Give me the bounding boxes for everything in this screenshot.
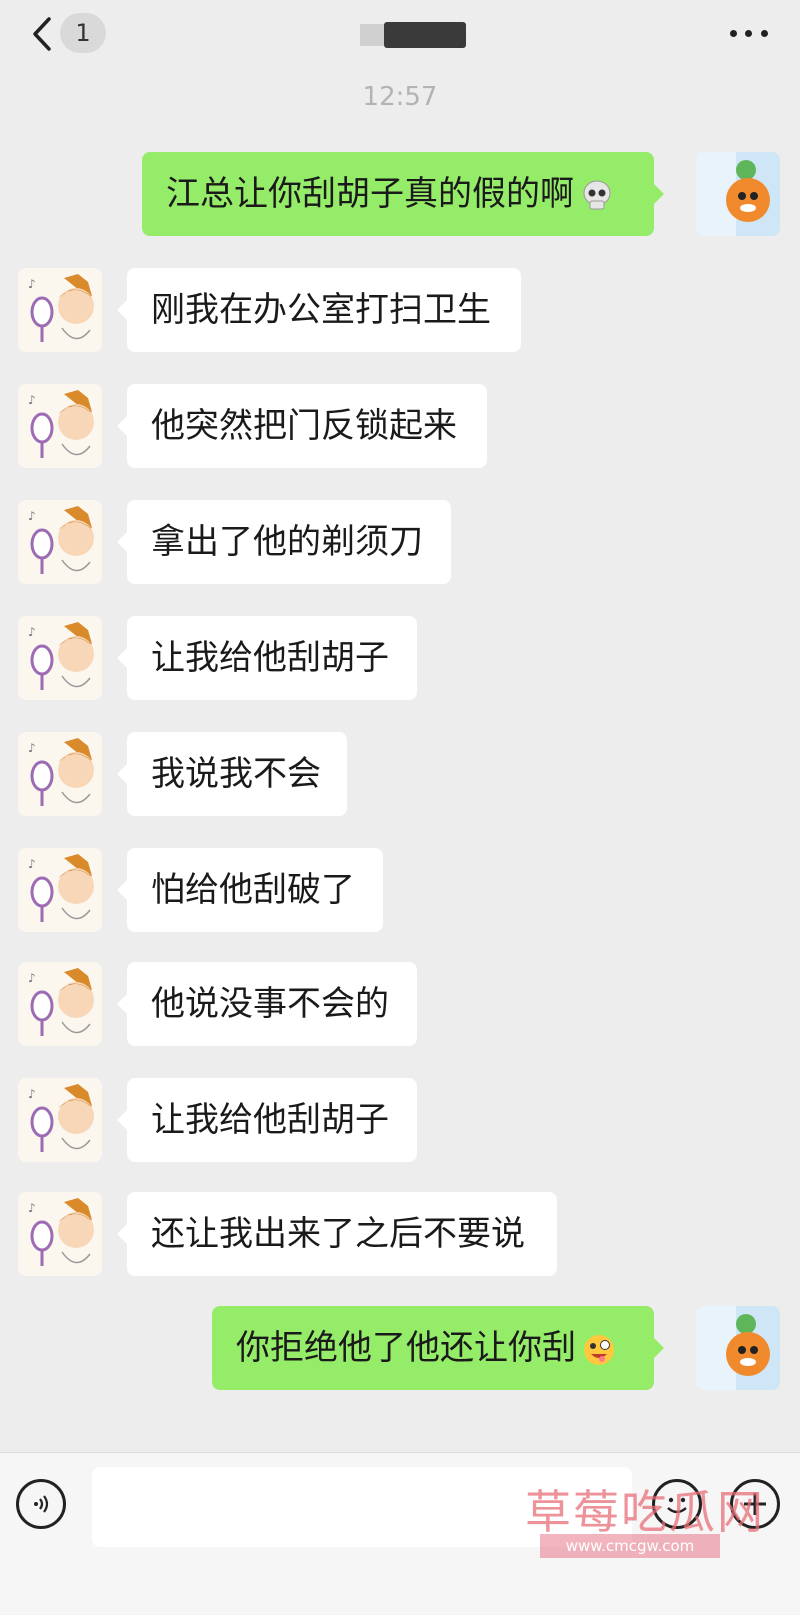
more-options-icon[interactable]: [726, 20, 772, 46]
cartoon-avatar-icon: [696, 1306, 780, 1390]
message-text: 他说没事不会的: [151, 984, 389, 1024]
svg-text:♪: ♪: [28, 857, 36, 871]
message-bubble-received[interactable]: 我说我不会: [117, 732, 347, 816]
girl-mirror-avatar-icon: ♪: [18, 616, 102, 700]
girl-mirror-avatar-icon: ♪: [18, 500, 102, 584]
svg-text:♪: ♪: [28, 509, 36, 523]
message-bubble-sent[interactable]: 你拒绝他了他还让你刮: [212, 1306, 664, 1390]
svg-text:♪: ♪: [28, 277, 36, 291]
message-text: 你拒绝他了他还让你刮: [236, 1328, 576, 1368]
cartoon-avatar-icon: [696, 152, 780, 236]
message-timestamp: 12:57: [362, 82, 438, 112]
contact-avatar[interactable]: ♪: [18, 1078, 102, 1162]
girl-mirror-avatar-icon: ♪: [18, 384, 102, 468]
girl-mirror-avatar-icon: ♪: [18, 962, 102, 1046]
contact-avatar[interactable]: ♪: [18, 1192, 102, 1276]
contact-avatar[interactable]: ♪: [18, 500, 102, 584]
contact-name-redacted: [360, 22, 466, 48]
my-avatar[interactable]: [696, 152, 780, 236]
message-text: 他突然把门反锁起来: [151, 406, 457, 446]
message-bubble-received[interactable]: 让我给他刮胡子: [117, 1078, 417, 1162]
message-bubble-received[interactable]: 刚我在办公室打扫卫生: [117, 268, 521, 352]
message-text: 刚我在办公室打扫卫生: [151, 290, 491, 330]
message-bubble-received[interactable]: 怕给他刮破了: [117, 848, 383, 932]
voice-input-button[interactable]: [16, 1479, 66, 1529]
contact-avatar[interactable]: ♪: [18, 268, 102, 352]
message-text: 怕给他刮破了: [151, 870, 355, 910]
unread-count-badge[interactable]: 1: [60, 13, 106, 53]
contact-avatar[interactable]: ♪: [18, 962, 102, 1046]
voice-icon: [34, 1495, 49, 1513]
svg-text:♪: ♪: [28, 741, 36, 755]
message-bubble-received[interactable]: 他说没事不会的: [117, 962, 417, 1046]
my-avatar[interactable]: [696, 1306, 780, 1390]
message-text: 我说我不会: [151, 754, 321, 794]
svg-text:♪: ♪: [28, 1201, 36, 1215]
svg-text:♪: ♪: [28, 971, 36, 985]
message-text: 还让我出来了之后不要说: [151, 1214, 525, 1254]
message-bubble-received[interactable]: 他突然把门反锁起来: [117, 384, 487, 468]
contact-avatar[interactable]: ♪: [18, 732, 102, 816]
girl-mirror-avatar-icon: ♪: [18, 1192, 102, 1276]
chevron-left-icon: [33, 17, 51, 51]
message-bubble-received[interactable]: 拿出了他的剃须刀: [117, 500, 451, 584]
back-button[interactable]: [24, 14, 60, 54]
watermark-url: www.cmcgw.com: [540, 1534, 720, 1558]
chat-header: 1: [0, 0, 800, 76]
message-text: 让我给他刮胡子: [151, 638, 389, 678]
girl-mirror-avatar-icon: ♪: [18, 1078, 102, 1162]
message-text: 让我给他刮胡子: [151, 1100, 389, 1140]
girl-mirror-avatar-icon: ♪: [18, 732, 102, 816]
message-bubble-received[interactable]: 让我给他刮胡子: [117, 616, 417, 700]
zany-face-emoji-icon: [584, 1334, 614, 1365]
contact-avatar[interactable]: ♪: [18, 616, 102, 700]
message-text: 江总让你刮胡子真的假的啊: [166, 174, 574, 214]
message-bubble-sent[interactable]: 江总让你刮胡子真的假的啊: [142, 152, 664, 236]
contact-avatar[interactable]: ♪: [18, 384, 102, 468]
message-bubble-received[interactable]: 还让我出来了之后不要说: [117, 1192, 557, 1276]
svg-text:♪: ♪: [28, 625, 36, 639]
watermark-logo: 草莓吃瓜网: [525, 1485, 765, 1539]
contact-avatar[interactable]: ♪: [18, 848, 102, 932]
girl-mirror-avatar-icon: ♪: [18, 848, 102, 932]
message-text: 拿出了他的剃须刀: [151, 522, 423, 562]
skull-emoji-icon: [583, 180, 611, 209]
girl-mirror-avatar-icon: ♪: [18, 268, 102, 352]
svg-text:♪: ♪: [28, 393, 36, 407]
svg-text:♪: ♪: [28, 1087, 36, 1101]
